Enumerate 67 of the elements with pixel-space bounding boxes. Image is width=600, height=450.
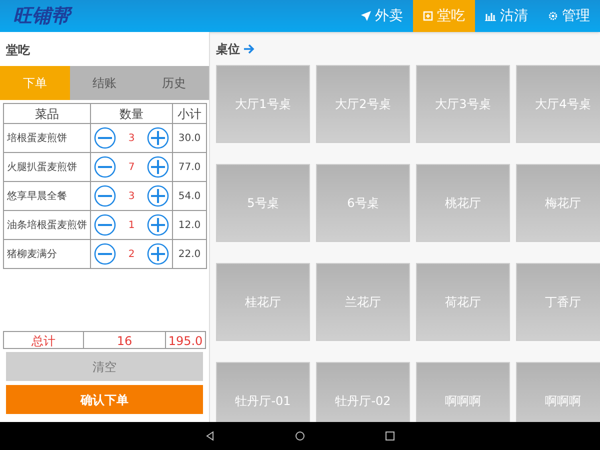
nav-tab[interactable]: 管理 xyxy=(538,0,600,32)
column-header: 菜品 xyxy=(4,104,90,124)
table-tile[interactable]: 荷花厅 xyxy=(416,263,510,341)
table-tile[interactable]: 5号桌 xyxy=(216,164,310,242)
table-cell: 30.0 xyxy=(172,124,206,152)
plus-icon[interactable] xyxy=(147,185,169,207)
minus-icon[interactable] xyxy=(94,214,116,236)
clear-button[interactable]: 清空 xyxy=(6,352,203,381)
table-tile[interactable]: 大厅2号桌 xyxy=(316,65,410,143)
confirm-order-button[interactable]: 确认下单 xyxy=(6,385,203,414)
plus-icon[interactable] xyxy=(147,243,169,265)
table-tile[interactable]: 梅花厅 xyxy=(516,164,600,242)
quantity-text: 3 xyxy=(128,132,135,146)
total-amount: 195.0 xyxy=(167,333,204,348)
nav-tab[interactable]: 外卖 xyxy=(351,0,413,32)
plus-square-icon xyxy=(423,11,433,21)
table-tile[interactable]: 桃花厅 xyxy=(416,164,510,242)
table-cell: 22.0 xyxy=(172,240,206,268)
table-cell: 培根蛋麦煎饼 xyxy=(4,124,90,152)
settings-icon xyxy=(548,11,558,21)
table-cell: 油条培根蛋麦煎饼 xyxy=(4,210,90,240)
table-tile[interactable]: 啊啊啊 xyxy=(516,362,600,422)
table-tile[interactable]: 牡丹厅-01 xyxy=(216,362,310,422)
table-tile[interactable]: 啊啊啊 xyxy=(416,362,510,422)
table-tile[interactable]: 大厅1号桌 xyxy=(216,65,310,143)
plus-icon[interactable] xyxy=(147,214,169,236)
panel-title: 堂吃 xyxy=(5,42,31,59)
bar-chart-icon xyxy=(485,11,496,21)
back-icon[interactable] xyxy=(205,431,215,441)
quantity-text: 3 xyxy=(128,190,135,204)
column-header: 数量 xyxy=(90,104,172,124)
quantity-text: 2 xyxy=(128,248,135,262)
minus-icon[interactable] xyxy=(94,156,116,178)
table-tile[interactable]: 桂花厅 xyxy=(216,263,310,341)
table-cell: 12.0 xyxy=(172,210,206,240)
table-tile[interactable]: 牡丹厅-02 xyxy=(316,362,410,422)
table-cell: 猪柳麦满分 xyxy=(4,240,90,268)
tables-title: 桌位 xyxy=(216,41,240,58)
table-tile[interactable]: 大厅3号桌 xyxy=(416,65,510,143)
plus-icon[interactable] xyxy=(147,127,169,149)
plus-icon[interactable] xyxy=(147,156,169,178)
column-header: 小计 xyxy=(172,104,206,124)
table-tile[interactable]: 大厅4号桌 xyxy=(516,65,600,143)
order-tab[interactable]: 下单 xyxy=(0,66,70,100)
app-logo: 旺铺帮 xyxy=(13,6,70,26)
nav-tab[interactable]: 堂吃 xyxy=(413,0,475,32)
table-cell: 54.0 xyxy=(172,182,206,210)
table-tile[interactable]: 兰花厅 xyxy=(316,263,410,341)
send-icon xyxy=(361,11,371,21)
table-cell: 悠享早晨全餐 xyxy=(4,182,90,210)
table-cell: 77.0 xyxy=(172,152,206,182)
minus-icon[interactable] xyxy=(94,243,116,265)
table-cell: 火腿扒蛋麦煎饼 xyxy=(4,152,90,182)
table-tile[interactable]: 6号桌 xyxy=(316,164,410,242)
total-quantity: 16 xyxy=(84,332,166,348)
table-tile[interactable]: 丁香厅 xyxy=(516,263,600,341)
arrow-right-icon xyxy=(243,43,255,55)
recents-icon[interactable] xyxy=(385,431,395,441)
quantity-text: 7 xyxy=(128,160,135,174)
total-label: 总计 xyxy=(4,332,84,348)
minus-icon[interactable] xyxy=(94,127,116,149)
quantity-text: 1 xyxy=(128,218,135,232)
order-tab[interactable]: 结账 xyxy=(70,66,140,100)
nav-tab[interactable]: 沽清 xyxy=(475,0,538,32)
home-icon[interactable] xyxy=(295,431,305,441)
minus-icon[interactable] xyxy=(94,185,116,207)
order-tab[interactable]: 历史 xyxy=(139,66,210,100)
